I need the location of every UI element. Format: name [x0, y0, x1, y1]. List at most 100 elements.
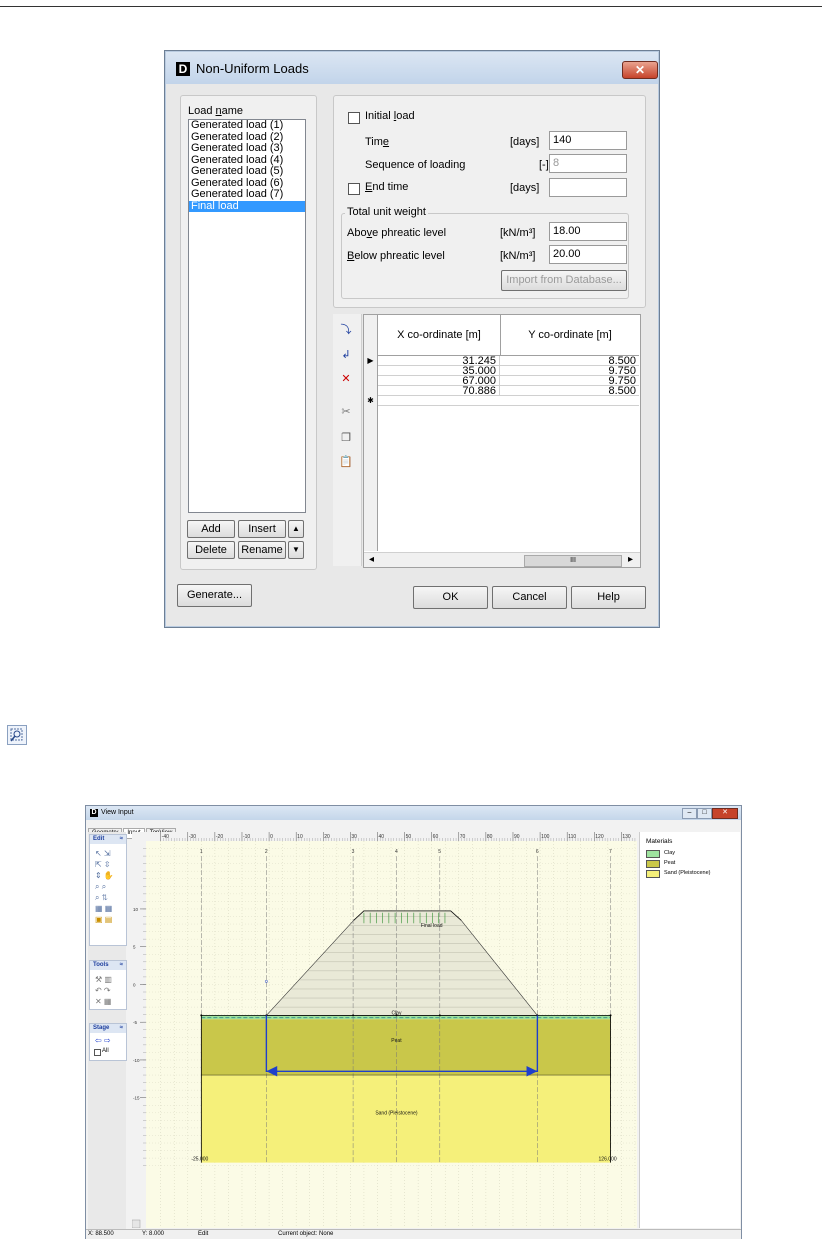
sequence-label: Sequence of loading	[365, 159, 466, 171]
edit-panel-header[interactable]: Edit ≈	[90, 835, 126, 844]
delete-button[interactable]: Delete	[187, 541, 235, 559]
load-list-item[interactable]: Generated load (5)	[189, 165, 305, 178]
edit-tool-icons[interactable]: ↖ ⇲ ⇱ ⇳ ⇕ ✋ ⌕ ⌕ ⌕ ⇅ ▦ ▦ ▣ ▤	[95, 848, 114, 925]
delete-row-icon[interactable]: ✕	[338, 371, 354, 387]
initial-load-checkbox[interactable]	[348, 112, 360, 124]
grid-row-line	[378, 405, 639, 406]
ruler-y-label: 10	[133, 907, 139, 912]
y-coordinate-cell[interactable]: 8.500	[501, 386, 639, 397]
row-indicator[interactable]	[365, 376, 376, 386]
maximize-button[interactable]: □	[697, 808, 712, 819]
scroll-left-arrow[interactable]: ◂	[369, 554, 374, 565]
close-button[interactable]: ✕	[712, 808, 738, 819]
ruler-x-label: 30	[351, 834, 357, 840]
vertical-line-number: 3	[352, 849, 355, 855]
current-row-indicator[interactable]: ▶	[365, 356, 376, 366]
dialog-titlebar[interactable]: D Non-Uniform Loads ✕	[166, 52, 658, 84]
horizontal-scrollbar[interactable]: ◂ III ▸	[364, 552, 640, 567]
legend-label: Clay	[664, 850, 676, 856]
move-up-button[interactable]: ▲	[288, 520, 304, 538]
generate-button[interactable]: Generate...	[177, 584, 252, 607]
help-button[interactable]: Help	[571, 586, 646, 609]
paste-icon[interactable]: 📋	[338, 454, 354, 470]
x-coordinate-header[interactable]: X co-ordinate [m]	[378, 315, 501, 356]
load-name-label: Load name	[188, 105, 244, 117]
load-list-item[interactable]: Final load	[189, 200, 305, 212]
below-phreatic-input[interactable]: 20.00	[549, 245, 627, 264]
time-unit: [days]	[510, 136, 540, 148]
coordinates-grid[interactable]: X co-ordinate [m] Y co-ordinate [m] ▶ 31.…	[363, 314, 641, 568]
status-mode: Edit	[198, 1231, 209, 1237]
move-down-button[interactable]: ▼	[288, 541, 304, 559]
ruler-x-label: 60	[433, 834, 439, 840]
insert-row-icon[interactable]: ⤵	[338, 322, 354, 338]
view-input-titlebar[interactable]: D View Input – □ ✕	[86, 806, 741, 820]
row-indicator[interactable]	[365, 386, 376, 396]
scroll-right-arrow[interactable]: ▸	[628, 554, 633, 565]
ruler-x-label: 130	[622, 834, 631, 840]
stage-arrows-icon[interactable]: ⇦ ⇨	[95, 1036, 111, 1045]
cut-icon[interactable]: ✂	[338, 404, 354, 420]
legend-label: Peat	[664, 860, 676, 866]
cancel-button[interactable]: Cancel	[492, 586, 567, 609]
load-name-list[interactable]: Generated load (1) Generated load (2) Gene…	[188, 119, 306, 513]
y-coordinate-header[interactable]: Y co-ordinate [m]	[501, 315, 639, 356]
all-checkbox[interactable]	[94, 1049, 101, 1056]
row-indicator[interactable]	[365, 366, 376, 376]
grid-toolbar: ⤵ ↲ ✕ ✂ ❐ 📋	[333, 314, 362, 566]
load-list-item[interactable]: Generated load (7)	[189, 188, 305, 201]
sequence-input[interactable]: 8	[549, 154, 627, 173]
vertical-line-number: 6	[536, 849, 539, 855]
tools-icons[interactable]: ⚒ ▥ ↶ ↷ ✕ ▦	[95, 974, 112, 1007]
peat-layer	[201, 1019, 611, 1076]
stage-panel: Stage ≈ ⇦ ⇨ All	[89, 1023, 127, 1061]
view-input-icon[interactable]	[7, 725, 27, 745]
app-logo-icon: D	[176, 62, 190, 76]
ruler-y-label: -15	[133, 1096, 140, 1101]
initial-load-label: Initial load	[365, 110, 415, 122]
stage-panel-header[interactable]: Stage ≈	[90, 1024, 126, 1033]
close-button[interactable]: ✕	[622, 61, 658, 79]
ruler-x-label: 110	[568, 834, 576, 840]
ruler-y-label: -5	[133, 1020, 137, 1025]
load-list-item[interactable]: Generated load (1)	[189, 119, 305, 132]
ok-button[interactable]: OK	[413, 586, 488, 609]
all-label: All	[102, 1048, 109, 1054]
legend-title: Materials	[646, 838, 673, 845]
sand-label: Sand (Pleistocene)	[375, 1110, 418, 1116]
time-input[interactable]: 140	[549, 131, 627, 150]
edit-panel: Edit ≈ ↖ ⇲ ⇱ ⇳ ⇕ ✋ ⌕ ⌕ ⌕ ⇅ ▦ ▦ ▣ ▤	[89, 834, 127, 946]
tools-panel-header[interactable]: Tools ≈	[90, 961, 126, 970]
status-current-object: Current object: None	[278, 1231, 334, 1237]
end-time-checkbox[interactable]	[348, 183, 360, 195]
input-canvas[interactable]: -40 -30 -20 -10 0 10 20 30 40 50 60 70 80 90 100 110 120…	[132, 832, 637, 1228]
above-phreatic-input[interactable]: 18.00	[549, 222, 627, 241]
end-time-unit: [days]	[510, 182, 540, 194]
import-from-database-button[interactable]: Import from Database...	[501, 270, 627, 291]
append-row-icon[interactable]: ↲	[338, 347, 354, 363]
right-coordinate-label: 126.000	[599, 1157, 617, 1163]
copy-icon[interactable]: ❐	[338, 430, 354, 446]
below-phreatic-label: Below phreatic level	[347, 250, 445, 262]
time-label: Time	[365, 136, 390, 148]
load-list-item[interactable]: Generated load (3)	[189, 142, 305, 155]
peat-label: Peat	[391, 1038, 402, 1044]
ruler-x-label: -40	[162, 834, 169, 840]
x-coordinate-cell[interactable]: 70.886	[378, 386, 500, 397]
insert-button[interactable]: Insert	[238, 520, 286, 538]
rename-button[interactable]: Rename	[238, 541, 286, 559]
minimize-button[interactable]: –	[682, 808, 697, 819]
new-row-indicator[interactable]: ✱	[365, 396, 376, 406]
ruler-x-label: -10	[243, 834, 250, 840]
add-button[interactable]: Add	[187, 520, 235, 538]
scroll-thumb[interactable]: III	[524, 555, 622, 567]
view-input-title: View Input	[101, 809, 134, 816]
geometry-point	[200, 1014, 203, 1017]
end-time-input[interactable]	[549, 178, 627, 197]
dialog-title: Non-Uniform Loads	[196, 61, 309, 76]
sequence-unit: [-]	[539, 159, 549, 171]
geometry-point	[438, 1014, 441, 1017]
ruler-x-label: 40	[378, 834, 384, 840]
horizontal-ruler	[132, 832, 637, 841]
app-logo-icon: D	[90, 809, 98, 817]
